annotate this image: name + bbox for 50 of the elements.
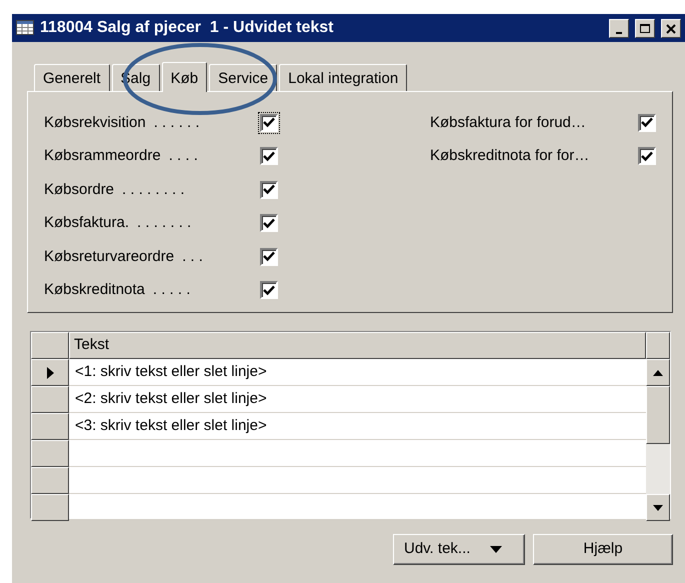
tab[interactable]: Service bbox=[209, 64, 278, 91]
leader-dots: . . . . . . bbox=[154, 114, 200, 130]
scroll-thumb[interactable] bbox=[646, 386, 670, 444]
row-selector[interactable] bbox=[31, 359, 69, 386]
checkbox[interactable] bbox=[260, 214, 278, 232]
close-button[interactable] bbox=[661, 18, 681, 38]
tab[interactable]: Generelt bbox=[34, 64, 110, 91]
row-selector[interactable] bbox=[31, 467, 69, 494]
table-cell: <1: skriv tekst eller slet linje> bbox=[69, 359, 646, 386]
scroll-down-button[interactable] bbox=[646, 494, 670, 521]
option-label: Købsfaktura for forud… bbox=[430, 112, 587, 132]
tab[interactable]: Køb bbox=[162, 62, 208, 92]
window-title: 118004 Salg af pjecer 1 - Udvidet tekst bbox=[40, 18, 334, 38]
option-label: Købskreditnota bbox=[44, 281, 145, 298]
option-label: Købskreditnota for for… bbox=[430, 146, 590, 166]
tab[interactable]: Lokal integration bbox=[279, 64, 408, 91]
checkbox[interactable] bbox=[260, 147, 278, 166]
leader-dots: . . . . . bbox=[152, 281, 190, 298]
row-selector[interactable] bbox=[31, 440, 69, 467]
option-label: Købsfaktura. bbox=[44, 214, 130, 231]
up-arrow-icon bbox=[653, 370, 663, 376]
option-label: Købsreturvareordre bbox=[44, 248, 174, 264]
down-arrow-icon bbox=[653, 504, 663, 510]
help-button[interactable]: Hjælp bbox=[533, 534, 673, 565]
option-label: Købsrekvisition bbox=[44, 114, 146, 130]
leader-dots: . . . . . . . bbox=[137, 214, 192, 231]
row-selector[interactable] bbox=[31, 413, 69, 440]
minimize-button[interactable] bbox=[609, 18, 629, 38]
minimize-icon bbox=[616, 32, 622, 34]
checkbox[interactable] bbox=[638, 114, 656, 132]
leader-dots: . . . bbox=[182, 248, 203, 264]
leader-dots: . . . . bbox=[168, 147, 198, 164]
maximize-button[interactable] bbox=[635, 18, 655, 38]
checkbox[interactable] bbox=[260, 248, 278, 266]
table-cell: <3: skriv tekst eller slet linje> bbox=[69, 413, 646, 440]
column-header[interactable]: Tekst bbox=[69, 332, 646, 359]
leader-dots: . . . . . . . . bbox=[122, 180, 185, 198]
table-cell: <2: skriv tekst eller slet linje> bbox=[69, 386, 646, 413]
dropdown-button[interactable]: Udv. tek... bbox=[393, 534, 525, 565]
option-label: Købsordre bbox=[44, 180, 114, 198]
scroll-up-button[interactable] bbox=[646, 359, 670, 386]
row-selector[interactable] bbox=[31, 494, 69, 521]
scrollbar[interactable] bbox=[646, 359, 670, 521]
checkbox[interactable] bbox=[260, 281, 278, 300]
checkbox[interactable] bbox=[638, 147, 656, 166]
current-row-icon bbox=[46, 366, 54, 378]
row-selector[interactable] bbox=[31, 386, 69, 413]
caret-icon bbox=[490, 546, 502, 553]
option-label: Købsrammeordre bbox=[44, 147, 161, 164]
checkbox[interactable] bbox=[260, 180, 278, 199]
